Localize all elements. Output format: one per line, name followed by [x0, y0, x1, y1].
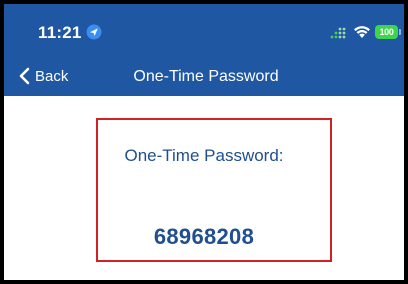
- otp-label: One-Time Password:: [124, 146, 284, 165]
- signal-icon: [330, 27, 346, 39]
- status-bar: 11:21 100: [4, 4, 404, 54]
- battery-icon: 100: [375, 25, 401, 39]
- status-time: 11:21: [38, 23, 82, 42]
- wifi-icon: [354, 26, 370, 38]
- app-header: 11:21 100 Back One-Time Password: [4, 4, 404, 96]
- battery-level: 100: [375, 25, 398, 39]
- otp-code: 68968208: [153, 224, 255, 249]
- location-arrow-icon: [86, 24, 102, 40]
- battery-tip: [399, 29, 401, 35]
- page-title: One-Time Password: [133, 68, 279, 85]
- navigation-bar: Back One-Time Password: [4, 58, 404, 94]
